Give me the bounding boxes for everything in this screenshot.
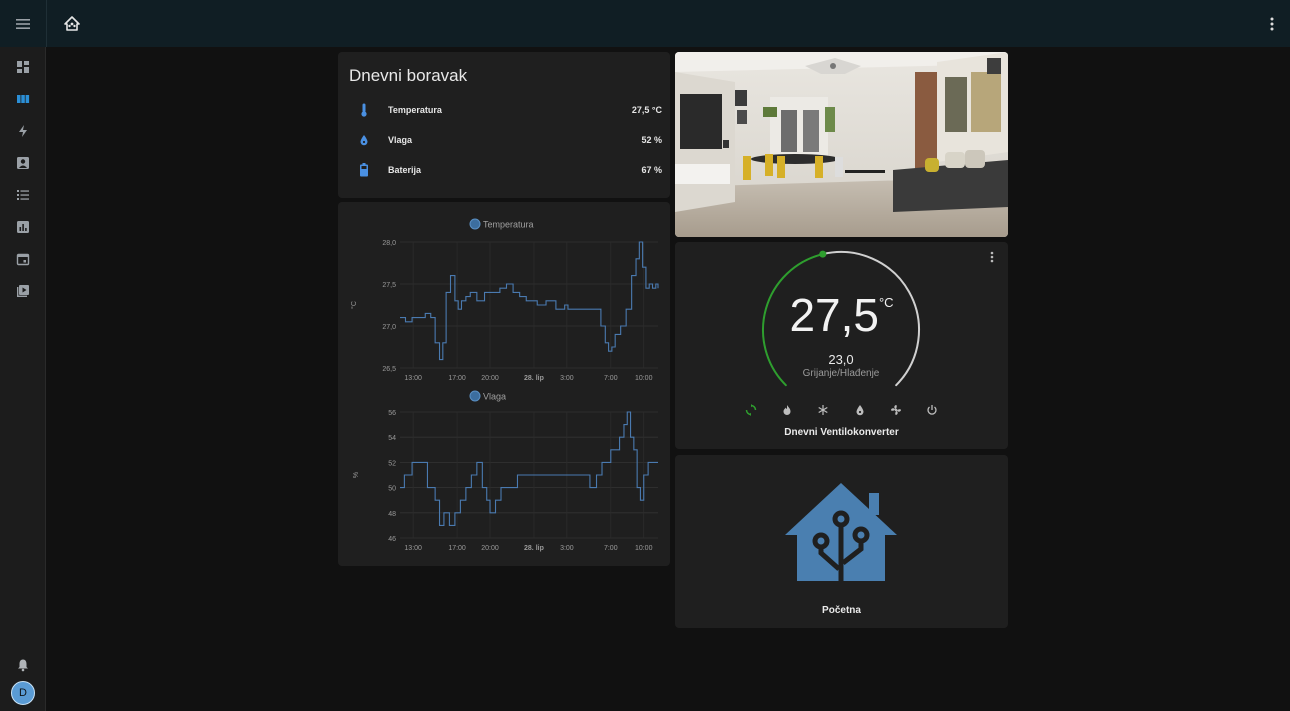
y-tick-label: 54: [388, 435, 396, 442]
flash-icon[interactable]: [0, 115, 46, 147]
x-tick-label: 28. lip: [524, 375, 544, 382]
series-line: [400, 411, 658, 526]
y-axis-label: °C: [350, 301, 358, 309]
temperature-unit: °C: [878, 295, 894, 310]
battery-icon: [352, 163, 376, 177]
format-list-icon[interactable]: [0, 179, 46, 211]
living-room-photo: [675, 52, 1008, 237]
current-temperature: 27,5°C: [765, 292, 918, 338]
view-dashboard-icon[interactable]: [0, 51, 46, 83]
fan-icon[interactable]: [890, 403, 902, 421]
entity-name: Vlaga: [388, 135, 413, 145]
y-tick-label: 50: [388, 486, 396, 493]
y-tick-label: 28,0: [382, 240, 396, 247]
power-icon[interactable]: [926, 403, 938, 421]
entity-row-temperatura[interactable]: Temperatura 27,5 °C: [352, 100, 662, 120]
x-tick-label: 10:00: [635, 545, 653, 552]
hvac-mode-label: Grijanje/Hlađenje: [802, 368, 880, 379]
home-assistant-tab-icon[interactable]: [58, 12, 86, 36]
y-axis-label: %: [353, 472, 360, 478]
user-avatar[interactable]: D: [11, 681, 35, 705]
history-graph-card: Temperatura 28,0 27,5 27,0 26,5 13:00 17:00 20:…: [338, 202, 670, 566]
thermostat-name: Dnevni Ventilokonverter: [784, 427, 899, 438]
sidebar: D: [0, 47, 46, 711]
snowflake-icon[interactable]: [817, 403, 829, 421]
entity-row-vlaga[interactable]: Vlaga 52 %: [352, 130, 662, 150]
legend-label: Temperatura: [483, 220, 534, 230]
x-tick-label: 20:00: [481, 545, 499, 552]
heat-cool-icon[interactable]: [745, 403, 757, 421]
x-tick-label: 28. lip: [524, 545, 544, 552]
legend-swatch: [469, 390, 481, 402]
thermostat-card: 27,5°C 23,0 Grijanje/Hlađenje Dnevni Ven…: [675, 242, 1008, 449]
home-button-label: Početna: [822, 605, 861, 616]
account-box-icon[interactable]: [0, 147, 46, 179]
entity-row-baterija[interactable]: Baterija 67 %: [352, 160, 662, 180]
x-tick-label: 17:00: [448, 545, 466, 552]
entity-name: Baterija: [388, 165, 422, 175]
history-charts: Temperatura 28,0 27,5 27,0 26,5 13:00 17:00 20:…: [350, 218, 659, 552]
calendar-icon[interactable]: [0, 243, 46, 275]
hvac-mode-buttons: [745, 404, 938, 420]
y-tick-label: 52: [388, 460, 396, 467]
y-tick-label: 27,5: [382, 282, 396, 289]
chart-temperatura: Temperatura 28,0 27,5 27,0 26,5 13:00 17:00 20:…: [350, 218, 659, 382]
play-box-multiple-icon[interactable]: [0, 275, 46, 307]
y-tick-label: 27,0: [382, 324, 396, 331]
legend-swatch: [469, 218, 481, 230]
y-tick-label: 46: [388, 536, 396, 543]
home-button-card[interactable]: Početna: [675, 455, 1008, 628]
menu-icon[interactable]: [0, 0, 46, 47]
x-tick-label: 17:00: [448, 375, 466, 382]
x-tick-label: 10:00: [635, 375, 653, 382]
x-tick-label: 3:00: [560, 545, 574, 552]
x-tick-label: 20:00: [481, 375, 499, 382]
bell-icon[interactable]: [0, 649, 46, 681]
y-tick-label: 26,5: [382, 366, 396, 373]
water-icon[interactable]: [854, 403, 866, 421]
view-column-icon[interactable]: [0, 83, 46, 115]
chart-vlaga: Vlaga 56 54 52 50 48 46 13:00 17:00 20:00 28. lip 3…: [353, 390, 658, 552]
fire-icon[interactable]: [781, 403, 793, 421]
entity-value: 67 %: [641, 165, 662, 175]
x-tick-label: 7:00: [604, 545, 618, 552]
dots-vertical-icon[interactable]: [1262, 12, 1282, 36]
entity-value: 52 %: [641, 135, 662, 145]
home-assistant-logo-icon: [785, 483, 897, 581]
x-tick-label: 13:00: [404, 545, 422, 552]
y-tick-label: 56: [388, 410, 396, 417]
current-temp-value: 27,5: [789, 289, 879, 341]
picture-card[interactable]: [675, 52, 1008, 237]
legend-label: Vlaga: [483, 392, 506, 402]
series-line: [400, 241, 659, 361]
target-temperature: 23,0: [828, 352, 854, 367]
dial-handle: [819, 250, 827, 258]
entities-card: Dnevni boravak Temperatura 27,5 °C Vlaga…: [338, 52, 670, 198]
y-tick-label: 48: [388, 511, 396, 518]
topbar-divider: [46, 0, 47, 47]
entity-name: Temperatura: [388, 105, 442, 115]
water-percent-icon: [352, 134, 376, 146]
card-title: Dnevni boravak: [349, 66, 468, 85]
x-tick-label: 3:00: [560, 375, 574, 382]
top-app-bar: [0, 0, 1290, 47]
x-tick-label: 13:00: [404, 375, 422, 382]
entity-value: 27,5 °C: [631, 105, 662, 115]
chart-box-icon[interactable]: [0, 211, 46, 243]
x-tick-label: 7:00: [604, 375, 618, 382]
thermometer-icon: [352, 103, 376, 117]
